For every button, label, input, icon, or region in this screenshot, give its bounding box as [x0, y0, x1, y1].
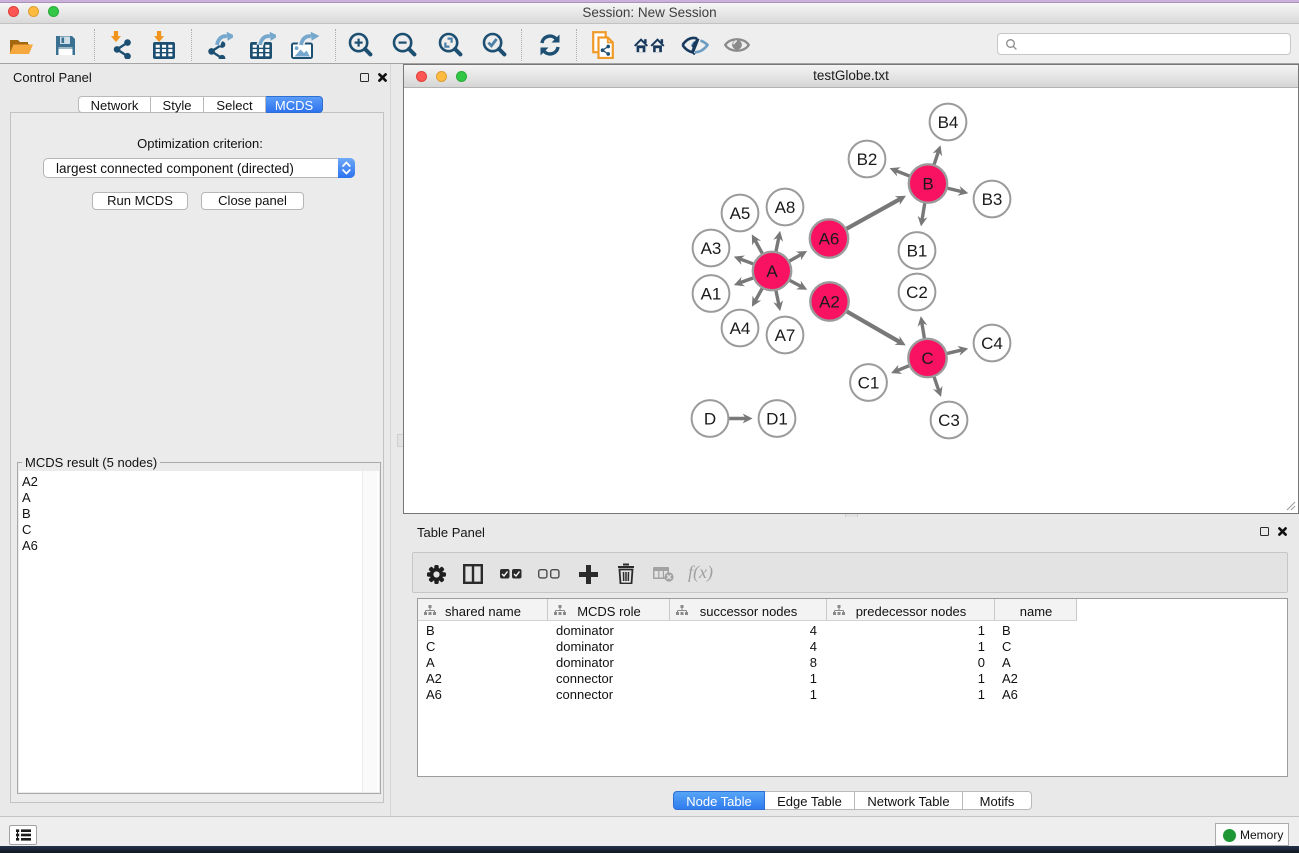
svg-text:B2: B2 [857, 150, 878, 169]
svg-text:D1: D1 [766, 410, 788, 429]
svg-text:C3: C3 [938, 411, 960, 430]
svg-text:A5: A5 [730, 204, 751, 223]
svg-text:B4: B4 [938, 113, 959, 132]
svg-text:A3: A3 [701, 239, 722, 258]
svg-text:A1: A1 [701, 285, 722, 304]
svg-text:C1: C1 [858, 374, 880, 393]
svg-text:C: C [921, 349, 933, 368]
svg-text:B: B [922, 175, 933, 194]
svg-text:D: D [704, 410, 716, 429]
svg-text:A8: A8 [775, 198, 796, 217]
svg-text:C2: C2 [906, 283, 928, 302]
svg-text:A4: A4 [730, 319, 751, 338]
svg-text:A: A [766, 262, 778, 281]
svg-text:A6: A6 [819, 230, 840, 249]
svg-text:B1: B1 [907, 242, 928, 261]
svg-text:A2: A2 [819, 293, 840, 312]
svg-text:B3: B3 [982, 190, 1003, 209]
svg-text:C4: C4 [981, 334, 1003, 353]
svg-text:A7: A7 [775, 326, 796, 345]
